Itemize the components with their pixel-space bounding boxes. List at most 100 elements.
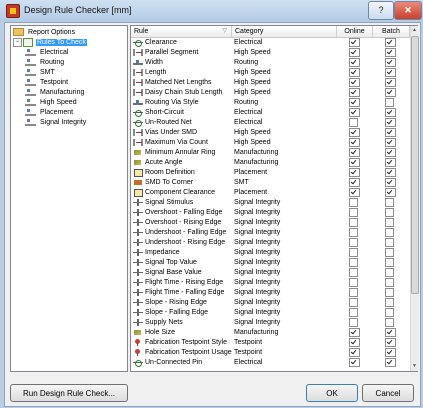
online-checkbox[interactable] bbox=[349, 298, 358, 307]
batch-checkbox[interactable] bbox=[385, 248, 394, 257]
table-row[interactable]: Signal Base Value Signal Integrity bbox=[131, 268, 410, 277]
tree-item[interactable]: Electrical bbox=[25, 48, 69, 57]
batch-checkbox[interactable] bbox=[385, 188, 396, 197]
online-checkbox[interactable] bbox=[349, 328, 360, 337]
cancel-button[interactable]: Cancel bbox=[362, 384, 414, 402]
batch-checkbox[interactable] bbox=[385, 338, 396, 347]
online-checkbox[interactable] bbox=[349, 58, 360, 67]
table-row[interactable]: Supply Nets Signal Integrity bbox=[131, 318, 410, 327]
table-row[interactable]: Daisy Chain Stub Length High Speed bbox=[131, 88, 410, 97]
tree-item[interactable]: Testpoint bbox=[25, 78, 69, 87]
online-checkbox[interactable] bbox=[349, 68, 360, 77]
table-row[interactable]: Slope - Rising Edge Signal Integrity bbox=[131, 298, 410, 307]
online-checkbox[interactable] bbox=[349, 338, 360, 347]
batch-checkbox[interactable] bbox=[385, 68, 396, 77]
table-row[interactable]: Signal Stimulus Signal Integrity bbox=[131, 198, 410, 207]
batch-checkbox[interactable] bbox=[385, 158, 396, 167]
batch-checkbox[interactable] bbox=[385, 108, 396, 117]
run-drc-button[interactable]: Run Design Rule Check... bbox=[10, 384, 128, 402]
table-row[interactable]: Un-Routed Net Electrical bbox=[131, 118, 410, 127]
table-row[interactable]: Undershoot - Rising Edge Signal Integrity bbox=[131, 238, 410, 247]
scroll-thumb[interactable] bbox=[411, 36, 419, 294]
online-checkbox[interactable] bbox=[349, 168, 360, 177]
tree-item[interactable]: − Rules To Check bbox=[13, 38, 87, 47]
batch-checkbox[interactable] bbox=[385, 128, 396, 137]
online-checkbox[interactable] bbox=[349, 278, 358, 287]
batch-checkbox[interactable] bbox=[385, 258, 394, 267]
column-header-online[interactable]: Online bbox=[337, 26, 373, 37]
table-row[interactable]: Fabrication Testpoint Style Testpoint bbox=[131, 338, 410, 347]
close-button[interactable]: ✕ bbox=[394, 1, 422, 20]
batch-checkbox[interactable] bbox=[385, 58, 396, 67]
batch-checkbox[interactable] bbox=[385, 48, 396, 57]
table-row[interactable]: Minimum Annular Ring Manufacturing bbox=[131, 148, 410, 157]
online-checkbox[interactable] bbox=[349, 348, 360, 357]
online-checkbox[interactable] bbox=[349, 238, 358, 247]
table-row[interactable]: Hole Size Manufacturing bbox=[131, 328, 410, 337]
online-checkbox[interactable] bbox=[349, 318, 358, 327]
online-checkbox[interactable] bbox=[349, 268, 358, 277]
online-checkbox[interactable] bbox=[349, 128, 360, 137]
ok-button[interactable]: OK bbox=[306, 384, 358, 402]
table-row[interactable]: Flight Time - Rising Edge Signal Integrit… bbox=[131, 278, 410, 287]
tree-item[interactable]: Routing bbox=[25, 58, 65, 67]
online-checkbox[interactable] bbox=[349, 188, 360, 197]
tree-item[interactable]: SMT bbox=[25, 68, 56, 77]
online-checkbox[interactable] bbox=[349, 148, 360, 157]
online-checkbox[interactable] bbox=[349, 358, 360, 367]
table-row[interactable]: Flight Time - Falling Edge Signal Integri… bbox=[131, 288, 410, 297]
column-header-batch[interactable]: Batch bbox=[373, 26, 410, 37]
table-row[interactable]: Parallel Segment High Speed bbox=[131, 48, 410, 57]
batch-checkbox[interactable] bbox=[385, 318, 394, 327]
tree-item[interactable]: High Speed bbox=[25, 98, 78, 107]
scroll-down-icon[interactable]: ▼ bbox=[411, 362, 418, 371]
batch-checkbox[interactable] bbox=[385, 148, 396, 157]
table-row[interactable]: Short-Circuit Electrical bbox=[131, 108, 410, 117]
table-row[interactable]: Component Clearance Placement bbox=[131, 188, 410, 197]
table-row[interactable]: Fabrication Testpoint Usage Testpoint bbox=[131, 348, 410, 357]
table-row[interactable]: Maximum Via Count High Speed bbox=[131, 138, 410, 147]
table-row[interactable]: SMD To Corner SMT bbox=[131, 178, 410, 187]
online-checkbox[interactable] bbox=[349, 258, 358, 267]
online-checkbox[interactable] bbox=[349, 158, 360, 167]
table-row[interactable]: Vias Under SMD High Speed bbox=[131, 128, 410, 137]
collapse-icon[interactable]: − bbox=[13, 38, 22, 47]
table-row[interactable]: Acute Angle Manufacturing bbox=[131, 158, 410, 167]
table-row[interactable]: Slope - Falling Edge Signal Integrity bbox=[131, 308, 410, 317]
online-checkbox[interactable] bbox=[349, 98, 360, 107]
batch-checkbox[interactable] bbox=[385, 278, 394, 287]
batch-checkbox[interactable] bbox=[385, 178, 396, 187]
online-checkbox[interactable] bbox=[349, 198, 358, 207]
batch-checkbox[interactable] bbox=[385, 208, 394, 217]
online-checkbox[interactable] bbox=[349, 118, 358, 127]
batch-checkbox[interactable] bbox=[385, 298, 394, 307]
tree-item[interactable]: Placement bbox=[25, 108, 74, 117]
help-button[interactable]: ? bbox=[368, 1, 394, 20]
online-checkbox[interactable] bbox=[349, 218, 358, 227]
table-row[interactable]: Clearance Electrical bbox=[131, 38, 410, 47]
column-header-rule[interactable]: Rule ▽ bbox=[131, 26, 232, 37]
batch-checkbox[interactable] bbox=[385, 38, 396, 47]
online-checkbox[interactable] bbox=[349, 138, 360, 147]
online-checkbox[interactable] bbox=[349, 88, 360, 97]
table-row[interactable]: Un-Connected Pin Electrical bbox=[131, 358, 410, 367]
online-checkbox[interactable] bbox=[349, 288, 358, 297]
online-checkbox[interactable] bbox=[349, 108, 360, 117]
online-checkbox[interactable] bbox=[349, 208, 358, 217]
tree-item[interactable]: Manufacturing bbox=[25, 88, 85, 97]
batch-checkbox[interactable] bbox=[385, 88, 396, 97]
batch-checkbox[interactable] bbox=[385, 228, 394, 237]
tree-item[interactable]: Signal Integrity bbox=[25, 118, 87, 127]
table-row[interactable]: Width Routing bbox=[131, 58, 410, 67]
table-row[interactable]: Overshoot - Rising Edge Signal Integrity bbox=[131, 218, 410, 227]
table-row[interactable]: Impedance Signal Integrity bbox=[131, 248, 410, 257]
table-row[interactable]: Routing Via Style Routing bbox=[131, 98, 410, 107]
batch-checkbox[interactable] bbox=[385, 358, 396, 367]
tree-item[interactable]: Report Options bbox=[13, 28, 76, 37]
vertical-scrollbar[interactable]: ▲ ▼ bbox=[410, 26, 419, 371]
batch-checkbox[interactable] bbox=[385, 348, 396, 357]
batch-checkbox[interactable] bbox=[385, 118, 396, 127]
table-row[interactable]: Undershoot - Falling Edge Signal Integrit… bbox=[131, 228, 410, 237]
online-checkbox[interactable] bbox=[349, 248, 358, 257]
batch-checkbox[interactable] bbox=[385, 98, 394, 107]
